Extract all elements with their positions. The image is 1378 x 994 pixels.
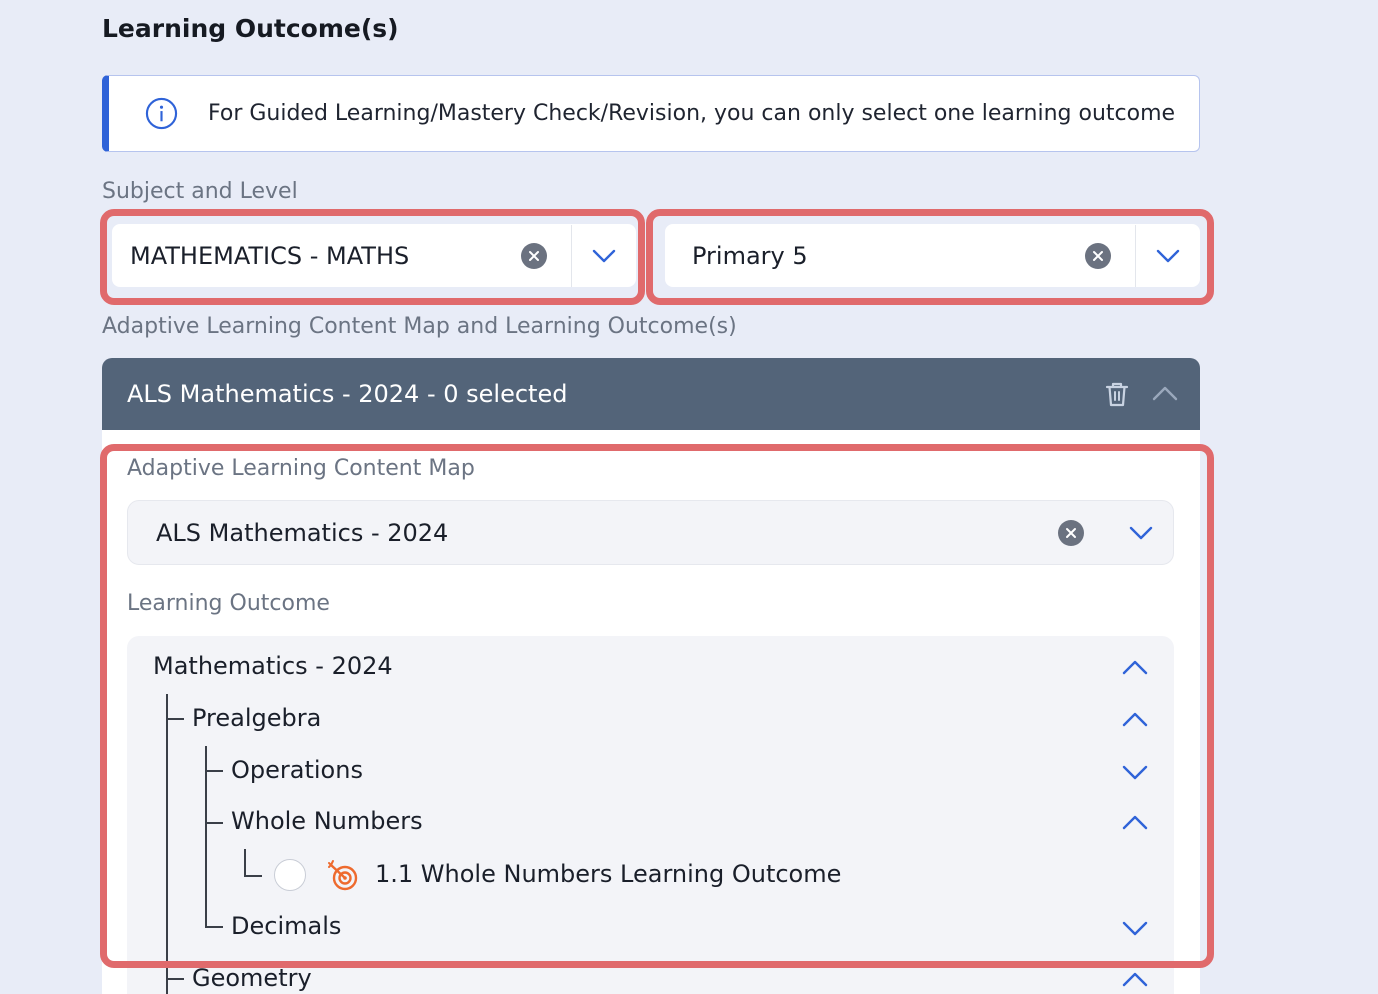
subject-level-label: Subject and Level — [102, 179, 298, 204]
content-map-section-label: Adaptive Learning Content Map and Learni… — [102, 314, 737, 339]
info-banner: For Guided Learning/Mastery Check/Revisi… — [102, 75, 1200, 152]
highlight-box-subject — [100, 209, 645, 305]
trash-icon[interactable] — [1102, 379, 1132, 409]
info-banner-text: For Guided Learning/Mastery Check/Revisi… — [208, 101, 1176, 126]
chevron-up-icon[interactable] — [1120, 965, 1150, 994]
highlight-box-level — [646, 209, 1214, 305]
tree-node-geometry[interactable]: Geometry — [192, 964, 312, 992]
info-icon — [145, 97, 178, 130]
tree-branch — [166, 978, 184, 980]
page-title: Learning Outcome(s) — [102, 14, 399, 43]
content-map-card-header[interactable]: ALS Mathematics - 2024 - 0 selected — [102, 358, 1200, 430]
content-map-card-title: ALS Mathematics - 2024 - 0 selected — [127, 380, 568, 408]
chevron-up-icon[interactable] — [1150, 379, 1180, 409]
highlight-box-content-map — [100, 444, 1214, 968]
